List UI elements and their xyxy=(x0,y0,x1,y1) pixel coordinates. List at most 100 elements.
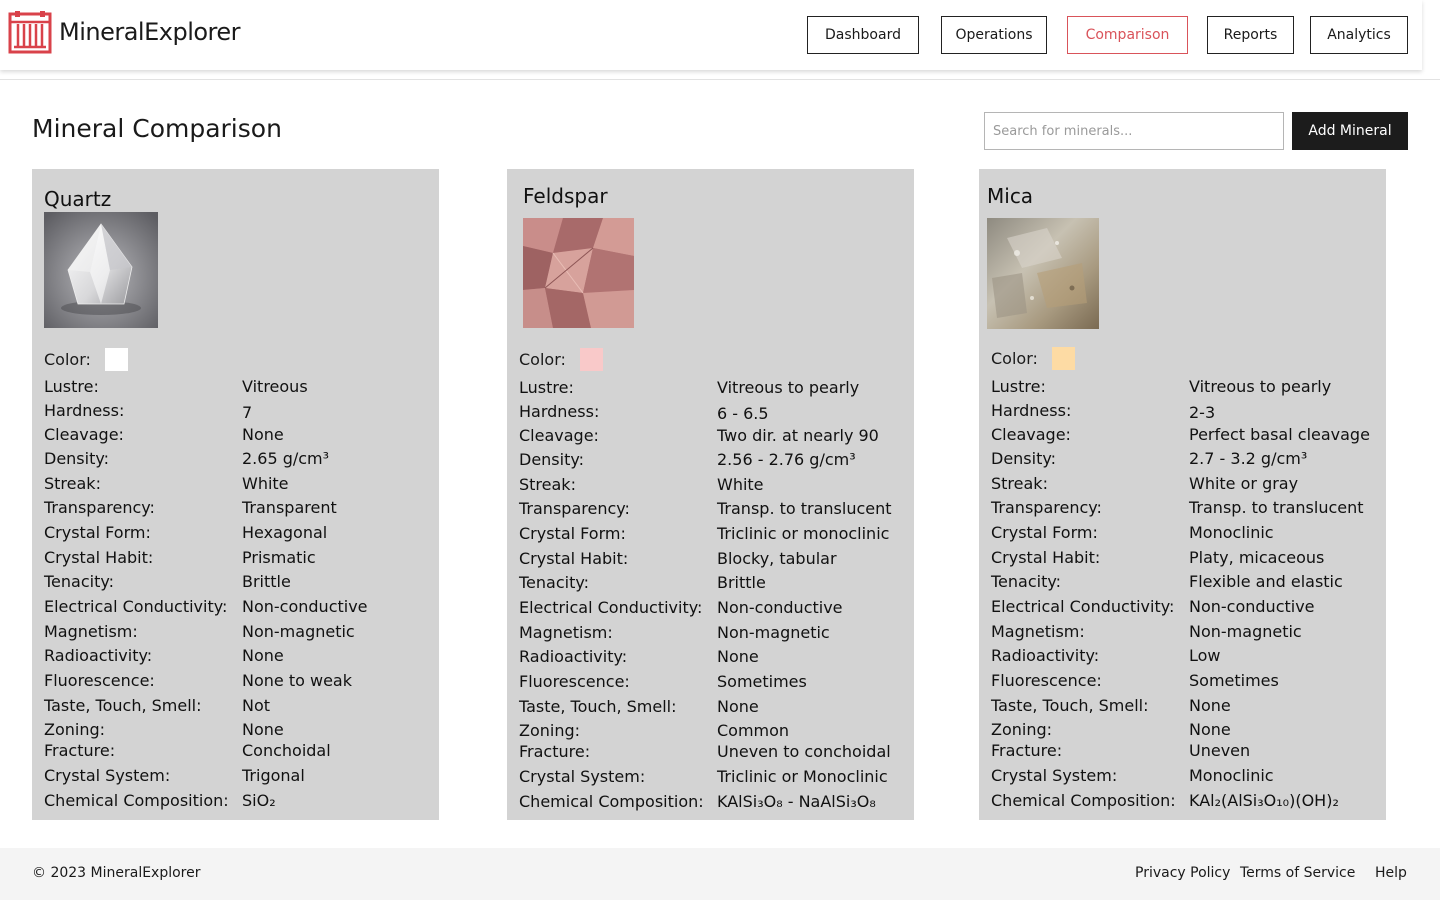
chemical-composition-label: Chemical Composition: xyxy=(991,791,1176,810)
mineral-name: Feldspar xyxy=(523,184,608,208)
tenacity-label: Tenacity: xyxy=(519,573,590,592)
lustre-value: Vitreous to pearly xyxy=(1189,377,1332,396)
color-row: Color: xyxy=(991,347,1075,370)
color-row: Color: xyxy=(519,348,603,371)
radioactivity-label: Radioactivity: xyxy=(991,646,1100,665)
taste-touch-smell-value: None xyxy=(1189,696,1231,715)
taste-touch-smell-label: Taste, Touch, Smell: xyxy=(519,697,677,716)
chemical-composition-label: Chemical Composition: xyxy=(44,791,229,810)
terms-of-service-link[interactable]: Terms of Service xyxy=(1240,865,1355,881)
header-divider xyxy=(0,79,1440,80)
fluorescence-value: Sometimes xyxy=(1189,671,1279,690)
taste-touch-smell-label: Taste, Touch, Smell: xyxy=(44,696,202,715)
tenacity-value: Flexible and elastic xyxy=(1189,572,1343,591)
chemical-composition-value: KAl₂(AlSi₃O₁₀)(OH)₂ xyxy=(1189,791,1339,810)
zoning-value: Common xyxy=(717,721,790,740)
color-label: Color: xyxy=(991,349,1038,368)
tenacity-label: Tenacity: xyxy=(991,572,1062,591)
quartz-image xyxy=(44,212,158,328)
mineral-search-input[interactable] xyxy=(984,112,1284,150)
cleavage-value: Two dir. at nearly 90 xyxy=(717,426,879,445)
fluorescence-label: Fluorescence: xyxy=(44,671,155,690)
nav-analytics-button[interactable]: Analytics xyxy=(1310,16,1408,54)
density-value: 2.56 - 2.76 g/cm³ xyxy=(717,450,856,469)
radioactivity-label: Radioactivity: xyxy=(44,646,153,665)
electrical-conductivity-value: Non-conductive xyxy=(242,597,368,616)
mineral-name: Quartz xyxy=(44,187,112,211)
cleavage-label: Cleavage: xyxy=(44,425,124,444)
magnetism-value: Non-magnetic xyxy=(717,623,830,642)
lustre-label: Lustre: xyxy=(991,377,1046,396)
taste-touch-smell-value: None xyxy=(717,697,759,716)
tenacity-label: Tenacity: xyxy=(44,572,115,591)
tenacity-value: Brittle xyxy=(242,572,291,591)
fracture-value: Uneven xyxy=(1189,741,1251,760)
copyright-text: © 2023 MineralExplorer xyxy=(32,865,201,881)
radioactivity-value: None xyxy=(717,647,759,666)
crystal-form-label: Crystal Form: xyxy=(44,523,151,542)
nav-dashboard-button[interactable]: Dashboard xyxy=(807,16,919,54)
streak-value: White xyxy=(717,475,764,494)
chemical-composition-value: KAlSi₃O₈ - NaAlSi₃O₈ xyxy=(717,792,876,811)
streak-label: Streak: xyxy=(44,474,101,493)
footer: © 2023 MineralExplorer Privacy Policy Te… xyxy=(0,848,1440,900)
mineral-explorer-logo-icon[interactable] xyxy=(8,10,52,54)
top-header: MineralExplorer Dashboard Operations Com… xyxy=(0,0,1422,70)
lustre-label: Lustre: xyxy=(44,377,99,396)
magnetism-value: Non-magnetic xyxy=(242,622,355,641)
zoning-value: None xyxy=(242,720,284,739)
nav-reports-button[interactable]: Reports xyxy=(1207,16,1294,54)
feldspar-image xyxy=(523,218,634,328)
hardness-value: 2-3 xyxy=(1189,403,1216,422)
radioactivity-value: None xyxy=(242,646,284,665)
brand-name[interactable]: MineralExplorer xyxy=(59,18,241,46)
hardness-label: Hardness: xyxy=(519,402,600,421)
cleavage-value: Perfect basal cleavage xyxy=(1189,425,1370,444)
chemical-composition-label: Chemical Composition: xyxy=(519,792,704,811)
help-link[interactable]: Help xyxy=(1375,865,1407,881)
crystal-habit-value: Platy, micaceous xyxy=(1189,548,1325,567)
hardness-value: 7 xyxy=(242,403,253,422)
density-value: 2.65 g/cm³ xyxy=(242,449,330,468)
crystal-system-value: Monoclinic xyxy=(1189,766,1274,785)
cleavage-value: None xyxy=(242,425,284,444)
lustre-value: Vitreous xyxy=(242,377,308,396)
privacy-policy-link[interactable]: Privacy Policy xyxy=(1135,865,1230,881)
color-swatch xyxy=(1051,347,1075,370)
streak-value: White or gray xyxy=(1189,474,1299,493)
electrical-conductivity-value: Non-conductive xyxy=(1189,597,1315,616)
zoning-label: Zoning: xyxy=(991,720,1053,739)
zoning-label: Zoning: xyxy=(44,720,106,739)
fluorescence-label: Fluorescence: xyxy=(991,671,1102,690)
cleavage-label: Cleavage: xyxy=(991,425,1071,444)
page-title: Mineral Comparison xyxy=(32,114,282,143)
crystal-habit-value: Prismatic xyxy=(242,548,316,567)
crystal-system-value: Trigonal xyxy=(242,766,305,785)
color-swatch xyxy=(579,348,603,371)
radioactivity-value: Low xyxy=(1189,646,1221,665)
density-value: 2.7 - 3.2 g/cm³ xyxy=(1189,449,1308,468)
taste-touch-smell-value: Not xyxy=(242,696,271,715)
hardness-value: 6 - 6.5 xyxy=(717,404,769,423)
crystal-habit-value: Blocky, tabular xyxy=(717,549,837,568)
mineral-name: Mica xyxy=(987,184,1034,208)
color-label: Color: xyxy=(519,350,566,369)
fracture-value: Conchoidal xyxy=(242,741,331,760)
mineral-card-feldspar: Feldspar Color: Lustre: Vitreous to pearl… xyxy=(507,169,914,820)
nav-comparison-button[interactable]: Comparison xyxy=(1067,16,1188,54)
hardness-label: Hardness: xyxy=(991,401,1072,420)
density-label: Density: xyxy=(44,449,110,468)
add-mineral-button[interactable]: Add Mineral xyxy=(1292,112,1408,150)
color-swatch xyxy=(104,348,128,371)
fracture-label: Fracture: xyxy=(44,741,116,760)
magnetism-label: Magnetism: xyxy=(519,623,613,642)
transparency-value: Transp. to translucent xyxy=(1189,498,1364,517)
transparency-label: Transparency: xyxy=(991,498,1102,517)
radioactivity-label: Radioactivity: xyxy=(519,647,628,666)
transparency-label: Transparency: xyxy=(44,498,155,517)
crystal-form-value: Triclinic or monoclinic xyxy=(717,524,890,543)
taste-touch-smell-label: Taste, Touch, Smell: xyxy=(991,696,1149,715)
electrical-conductivity-label: Electrical Conductivity: xyxy=(519,598,703,617)
nav-operations-button[interactable]: Operations xyxy=(941,16,1047,54)
tenacity-value: Brittle xyxy=(717,573,766,592)
